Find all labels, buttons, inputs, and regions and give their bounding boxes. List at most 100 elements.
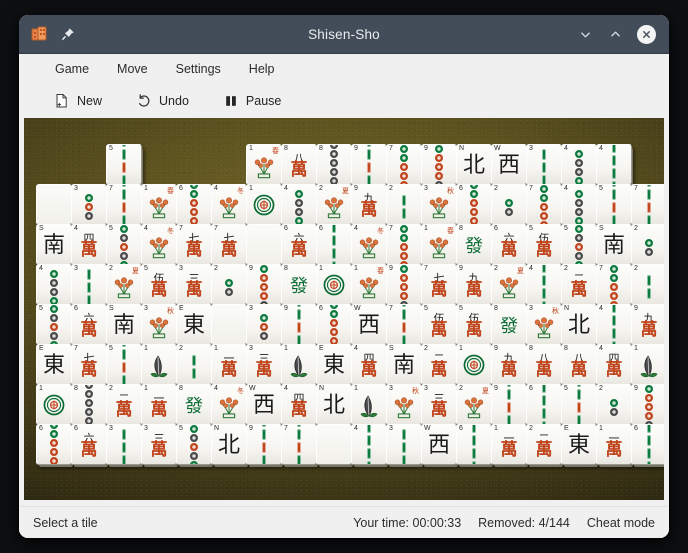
mahjong-tile[interactable]: 3秋: [386, 384, 422, 425]
mahjong-tile[interactable]: 1: [316, 264, 352, 305]
mahjong-tile[interactable]: 4: [596, 144, 632, 185]
mahjong-tile[interactable]: 9: [246, 424, 282, 465]
mahjong-tile[interactable]: 6: [316, 304, 352, 345]
mahjong-tile[interactable]: 4四萬: [71, 224, 107, 265]
mahjong-tile[interactable]: 4: [596, 304, 632, 345]
mahjong-tile[interactable]: 6: [631, 424, 664, 465]
mahjong-tile[interactable]: 9: [631, 384, 664, 425]
menu-item-help[interactable]: Help: [235, 59, 289, 79]
menu-item-settings[interactable]: Settings: [162, 59, 235, 79]
mahjong-tile[interactable]: 2二萬: [526, 424, 562, 465]
mahjong-tile[interactable]: 1一萬: [491, 424, 527, 465]
close-button[interactable]: [637, 25, 656, 44]
mahjong-tile[interactable]: 6: [36, 424, 72, 465]
mahjong-tile[interactable]: 4冬: [211, 184, 247, 225]
mahjong-tile[interactable]: 5: [106, 344, 142, 385]
mahjong-tile[interactable]: 5: [106, 224, 142, 265]
mahjong-tile[interactable]: 8發: [491, 304, 527, 345]
mahjong-tile[interactable]: 6: [526, 384, 562, 425]
mahjong-tile[interactable]: 4: [36, 264, 72, 305]
mahjong-tile[interactable]: 9九萬: [456, 264, 492, 305]
mahjong-tile[interactable]: 6六萬: [491, 224, 527, 265]
mahjong-tile[interactable]: 6: [456, 184, 492, 225]
mahjong-tile[interactable]: S南: [596, 224, 632, 265]
mahjong-tile[interactable]: 5伍萬: [141, 264, 177, 305]
mahjong-tile[interactable]: 7: [386, 304, 422, 345]
mahjong-tile[interactable]: 4四萬: [596, 344, 632, 385]
game-board[interactable]: 51春8八萬8979N北W西344371春64冬142夏9九萬23秋627457…: [24, 118, 664, 500]
mahjong-tile[interactable]: 3: [246, 304, 282, 345]
mahjong-tile[interactable]: 3三萬: [176, 264, 212, 305]
mahjong-tile[interactable]: 9: [421, 144, 457, 185]
mahjong-tile[interactable]: 2: [176, 344, 212, 385]
pause-button[interactable]: Pause: [212, 89, 292, 113]
mahjong-tile[interactable]: S南: [36, 224, 72, 265]
mahjong-tile[interactable]: N北: [211, 424, 247, 465]
mahjong-tile[interactable]: 9: [386, 264, 422, 305]
mahjong-tile[interactable]: [36, 184, 72, 225]
mahjong-tile[interactable]: 1一萬: [596, 424, 632, 465]
mahjong-tile[interactable]: W西: [246, 384, 282, 425]
mahjong-tile[interactable]: 1: [631, 344, 664, 385]
mahjong-tile[interactable]: 3: [71, 184, 107, 225]
mahjong-tile[interactable]: 9九萬: [351, 184, 387, 225]
mahjong-tile[interactable]: 8八萬: [561, 344, 597, 385]
mahjong-tile[interactable]: 6六萬: [71, 424, 107, 465]
mahjong-tile[interactable]: [211, 304, 247, 345]
mahjong-tile[interactable]: 1春: [421, 224, 457, 265]
mahjong-tile[interactable]: E東: [561, 424, 597, 465]
mahjong-tile[interactable]: 4: [351, 424, 387, 465]
mahjong-tile[interactable]: N北: [316, 384, 352, 425]
mahjong-tile[interactable]: N北: [561, 304, 597, 345]
mahjong-tile[interactable]: 7七萬: [211, 224, 247, 265]
mahjong-tile[interactable]: 5: [176, 424, 212, 465]
mahjong-tile[interactable]: 6: [316, 224, 352, 265]
mahjong-tile[interactable]: 6: [456, 424, 492, 465]
mahjong-tile[interactable]: W西: [351, 304, 387, 345]
mahjong-tile[interactable]: 1: [246, 184, 282, 225]
mahjong-tile[interactable]: 7: [631, 184, 664, 225]
mahjong-tile[interactable]: 1: [141, 344, 177, 385]
mahjong-tile[interactable]: 7七萬: [71, 344, 107, 385]
mahjong-tile[interactable]: 2二萬: [561, 264, 597, 305]
mahjong-tile[interactable]: 5: [106, 144, 142, 185]
mahjong-tile[interactable]: W西: [421, 424, 457, 465]
mahjong-tile[interactable]: W西: [491, 144, 527, 185]
mahjong-tile[interactable]: 3: [386, 424, 422, 465]
mahjong-tile[interactable]: 4: [526, 264, 562, 305]
mahjong-tile[interactable]: 3秋: [421, 184, 457, 225]
mahjong-tile[interactable]: 2: [491, 184, 527, 225]
mahjong-tile[interactable]: 8: [316, 144, 352, 185]
mahjong-tile[interactable]: 6六萬: [281, 224, 317, 265]
mahjong-tile[interactable]: 8發: [176, 384, 212, 425]
mahjong-tile[interactable]: 8發: [281, 264, 317, 305]
mahjong-tile[interactable]: 2: [631, 264, 664, 305]
mahjong-tile[interactable]: 2二萬: [421, 344, 457, 385]
undo-button[interactable]: Undo: [125, 89, 200, 113]
new-game-button[interactable]: New: [43, 89, 113, 113]
mahjong-tile[interactable]: 1春: [246, 144, 282, 185]
mahjong-tile[interactable]: E東: [316, 344, 352, 385]
mahjong-tile[interactable]: 2二萬: [106, 384, 142, 425]
mahjong-tile[interactable]: 4冬: [211, 384, 247, 425]
mahjong-tile[interactable]: 9: [351, 144, 387, 185]
mahjong-tiles-icon[interactable]: [31, 25, 49, 43]
mahjong-tile[interactable]: 9: [246, 264, 282, 305]
mahjong-tile[interactable]: 9九萬: [491, 344, 527, 385]
mahjong-tile[interactable]: 3秋: [526, 304, 562, 345]
mahjong-tile[interactable]: 4: [561, 144, 597, 185]
mahjong-tile[interactable]: 1: [456, 344, 492, 385]
maximize-button[interactable]: [607, 26, 624, 43]
mahjong-tile[interactable]: 3: [106, 424, 142, 465]
mahjong-tile[interactable]: 1春: [351, 264, 387, 305]
mahjong-tile[interactable]: 7: [596, 264, 632, 305]
mahjong-tile[interactable]: 3三萬: [141, 424, 177, 465]
mahjong-tile[interactable]: 8發: [456, 224, 492, 265]
mahjong-tile[interactable]: 3: [71, 264, 107, 305]
mahjong-tile[interactable]: 1: [351, 384, 387, 425]
mahjong-tile[interactable]: E東: [176, 304, 212, 345]
mahjong-tile[interactable]: 2: [386, 184, 422, 225]
mahjong-tile[interactable]: 7: [386, 224, 422, 265]
mahjong-tile[interactable]: E東: [36, 344, 72, 385]
mahjong-tile[interactable]: 2: [211, 264, 247, 305]
